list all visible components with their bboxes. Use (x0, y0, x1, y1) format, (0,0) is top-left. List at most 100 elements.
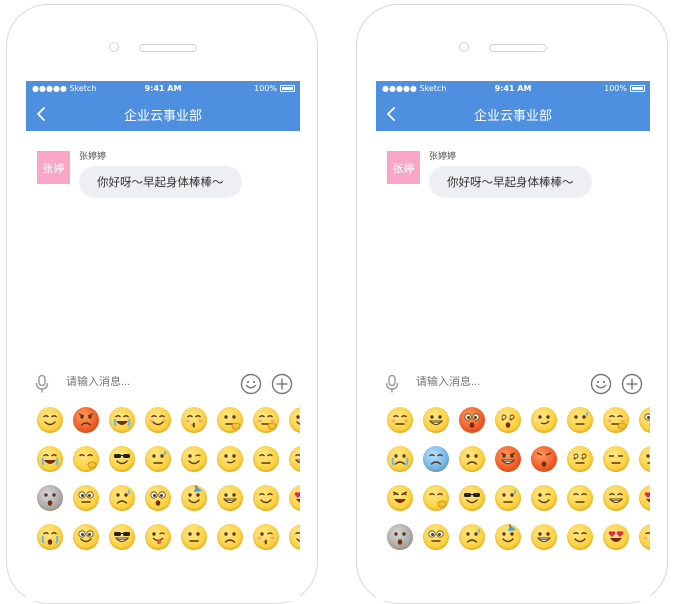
message-input[interactable] (416, 376, 558, 388)
phone-left: ●●●●● Sketch 9:41 AM 100% 企业云事业部 张婷 张婷婷 … (6, 4, 318, 604)
grin-emoji[interactable] (603, 485, 629, 511)
exploding-emoji[interactable] (531, 446, 557, 472)
avatar[interactable]: 张婷 (387, 151, 420, 184)
ghost-emoji[interactable] (37, 485, 63, 511)
yelling-emoji[interactable] (387, 485, 413, 511)
sunglasses-emoji[interactable] (459, 485, 485, 511)
sweat-emoji-icon (495, 485, 521, 511)
happy-emoji-icon (37, 407, 63, 433)
sleepy-emoji[interactable] (567, 485, 593, 511)
facepalm-emoji-icon (423, 485, 449, 511)
blushing-kiss-emoji[interactable] (253, 524, 279, 550)
grin-emoji-icon (603, 485, 629, 511)
shocked-emoji-icon (639, 407, 650, 433)
meh-emoji[interactable] (639, 446, 650, 472)
heart-eyes-emoji[interactable] (603, 524, 629, 550)
ghost-emoji[interactable] (387, 524, 413, 550)
message-input[interactable] (66, 376, 208, 388)
sad-emoji[interactable] (459, 446, 485, 472)
kiss-emoji[interactable] (181, 407, 207, 433)
laugh-tears-emoji-icon (109, 407, 135, 433)
thinking-emoji[interactable] (217, 407, 243, 433)
sad-emoji-icon (459, 446, 485, 472)
avatar[interactable]: 张婷 (37, 151, 70, 184)
scream-emoji[interactable] (459, 407, 485, 433)
laugh-tears-emoji[interactable] (109, 407, 135, 433)
plus-icon[interactable] (621, 373, 643, 395)
tongue-emoji[interactable] (145, 524, 171, 550)
beaming-emoji[interactable] (73, 524, 99, 550)
rolling-eyes-emoji[interactable] (423, 524, 449, 550)
sweat-emoji[interactable] (495, 485, 521, 511)
unamused-emoji[interactable] (603, 446, 629, 472)
wink-emoji[interactable] (181, 446, 207, 472)
big-grin-emoji[interactable] (217, 485, 243, 511)
shy-emoji[interactable] (603, 407, 629, 433)
sweat-emoji[interactable] (145, 446, 171, 472)
tongue-emoji-icon (145, 524, 171, 550)
plus-icon[interactable] (271, 373, 293, 395)
message-bubble[interactable]: 你好呀～早起身体棒棒～ (429, 166, 592, 198)
heart-eyes-emoji[interactable] (289, 485, 300, 511)
hug-emoji[interactable] (289, 524, 300, 550)
spiral-eyes-emoji[interactable] (567, 446, 593, 472)
squint-emoji[interactable] (387, 407, 413, 433)
microphone-icon[interactable] (384, 374, 400, 394)
beaming-emoji-icon (73, 524, 99, 550)
smile-emoji[interactable] (567, 524, 593, 550)
grin-emoji-icon (289, 446, 300, 472)
emoji-toggle-icon[interactable] (240, 373, 262, 395)
sunglasses-emoji-icon (109, 446, 135, 472)
sleepy-emoji[interactable] (253, 446, 279, 472)
cool-emoji[interactable] (109, 524, 135, 550)
battery-icon (630, 85, 645, 92)
rolling-eyes-emoji[interactable] (73, 485, 99, 511)
smirk-emoji[interactable] (531, 407, 557, 433)
neutral-emoji-icon (181, 524, 207, 550)
unamused-emoji-icon (603, 446, 629, 472)
angry-emoji[interactable] (73, 407, 99, 433)
message-bubble[interactable]: 你好呀～早起身体棒棒～ (79, 166, 242, 198)
wink-emoji[interactable] (531, 485, 557, 511)
sad-emoji[interactable] (217, 524, 243, 550)
furious-emoji[interactable] (495, 446, 521, 472)
slight-smile-emoji[interactable] (289, 407, 300, 433)
smile-emoji[interactable] (253, 485, 279, 511)
shy-emoji[interactable] (253, 407, 279, 433)
smirk-emoji-icon (531, 407, 557, 433)
message-item: 张婷 张婷婷 你好呀～早起身体棒棒～ (387, 151, 647, 211)
worried-emoji[interactable] (109, 485, 135, 511)
neutral-emoji[interactable] (181, 524, 207, 550)
sunglasses-emoji-icon (459, 485, 485, 511)
sick-emoji[interactable] (423, 446, 449, 472)
facepalm-emoji-icon (73, 446, 99, 472)
cry-emoji[interactable] (37, 446, 63, 472)
blush-emoji[interactable] (145, 407, 171, 433)
microphone-icon[interactable] (34, 374, 50, 394)
dizzy-emoji[interactable] (495, 407, 521, 433)
sunglasses-emoji[interactable] (109, 446, 135, 472)
party-emoji[interactable] (181, 485, 207, 511)
speaker-icon (139, 44, 197, 52)
facepalm-emoji[interactable] (423, 485, 449, 511)
crying-emoji[interactable] (639, 485, 650, 511)
nervous-emoji[interactable] (567, 407, 593, 433)
camera-icon (109, 42, 119, 52)
grimace-emoji[interactable] (423, 407, 449, 433)
kiss-emoji[interactable] (639, 524, 650, 550)
big-grin-emoji[interactable] (531, 524, 557, 550)
worried-emoji[interactable] (459, 524, 485, 550)
happy-emoji[interactable] (37, 407, 63, 433)
sobbing-emoji[interactable] (37, 524, 63, 550)
surprised-emoji[interactable] (145, 485, 171, 511)
party-emoji[interactable] (495, 524, 521, 550)
spiral-eyes-emoji-icon (567, 446, 593, 472)
shocked-emoji[interactable] (639, 407, 650, 433)
facepalm-emoji[interactable] (73, 446, 99, 472)
grin-emoji[interactable] (289, 446, 300, 472)
emoji-toggle-icon[interactable] (590, 373, 612, 395)
smirk-emoji[interactable] (217, 446, 243, 472)
tears-emoji[interactable] (387, 446, 413, 472)
smile-emoji-icon (567, 524, 593, 550)
ghost-emoji-icon (37, 485, 63, 511)
